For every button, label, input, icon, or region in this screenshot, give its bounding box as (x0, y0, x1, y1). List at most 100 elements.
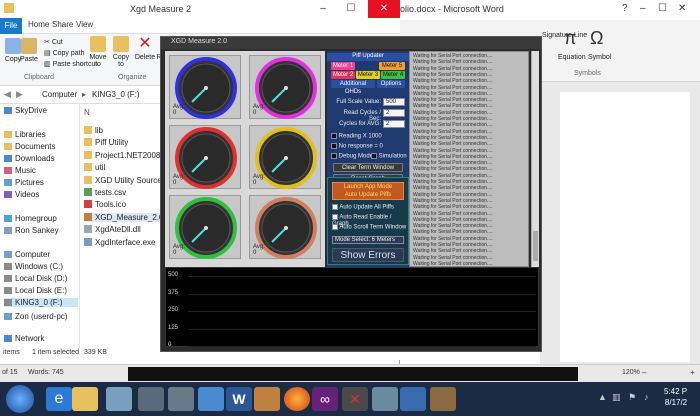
auto-update-piffs-row[interactable]: Auto Update All Piffs (332, 204, 394, 211)
breadcrumb-drive[interactable]: KING3_0 (F:) (92, 90, 140, 99)
file-list-item[interactable]: Project1.NET2008 (84, 150, 160, 160)
column-header-name[interactable]: N (84, 108, 90, 117)
equation-button[interactable]: Equation (558, 54, 586, 61)
breadcrumb-computer[interactable]: Computer (42, 90, 77, 99)
file-list-item[interactable]: XGD_Measure_2.0.jar (84, 212, 175, 222)
paste-button[interactable]: Paste (18, 38, 40, 63)
clear-term-window-button[interactable]: Clear Term Window (333, 163, 403, 172)
file-explorer-icon[interactable] (72, 387, 98, 411)
reading-x1000-row[interactable]: Reading X 1000 (331, 133, 382, 140)
tab-share[interactable]: Share (52, 20, 73, 29)
taskbar-clock[interactable]: 5:42 P 8/17/2 (664, 386, 687, 408)
zoom-level[interactable]: 120% (622, 369, 640, 376)
omega-icon[interactable]: Ω (590, 28, 603, 49)
back-icon[interactable]: ◀ (4, 89, 11, 100)
terminal-log[interactable]: Waiting for Serial Port connection.... Wa… (409, 51, 529, 267)
meter-2-button[interactable]: Meter 2 (331, 71, 355, 79)
move-to-button[interactable]: Move to (88, 36, 108, 68)
file-list-item[interactable]: Piff Utility (84, 138, 128, 147)
auto-scroll-row[interactable]: Auto Scroll Term Window (332, 224, 406, 231)
app6-taskbar-icon[interactable] (430, 387, 456, 411)
word-close-button[interactable]: ✕ (678, 3, 686, 14)
nav-item[interactable]: Documents (4, 142, 55, 151)
xgd-measure-taskbar-icon[interactable]: ✕ (342, 387, 368, 411)
app2-taskbar-icon[interactable] (138, 387, 164, 411)
word-help-icon[interactable]: ? (622, 3, 628, 14)
meter-1-button[interactable]: Meter 1 (331, 62, 355, 70)
debug-mode-checkbox[interactable] (331, 153, 337, 159)
forward-icon[interactable]: ▶ (16, 89, 23, 100)
delete-button[interactable]: ✕ Delete (134, 36, 156, 62)
file-list-item[interactable]: XgdInterface.exe (84, 237, 155, 247)
word-page[interactable] (560, 92, 690, 362)
zoom-out-icon[interactable]: – (642, 368, 646, 377)
full-scale-select[interactable]: 500 (383, 98, 405, 106)
nav-item[interactable]: Pictures (4, 178, 44, 187)
nav-item[interactable]: Zon (userd-pc) (4, 312, 67, 321)
firefox-icon[interactable] (284, 387, 310, 411)
no-response-checkbox[interactable] (331, 143, 337, 149)
tab-home[interactable]: Home (28, 20, 49, 29)
meter-4-button[interactable]: Meter 4 (381, 71, 405, 79)
terminal-scroll-thumb[interactable] (533, 231, 538, 261)
word-icon[interactable]: W (226, 387, 252, 411)
word-minimize-button[interactable]: – (640, 3, 646, 14)
no-response-row[interactable]: No response = 0 (331, 143, 383, 150)
debug-mode-row[interactable]: Debug Mode (331, 153, 373, 160)
meter-5-button[interactable]: Meter 5 (379, 62, 405, 70)
tab-file[interactable]: File (0, 18, 22, 34)
start-button-icon[interactable] (6, 385, 34, 413)
file-list-item[interactable]: XgdAteDll.dll (84, 225, 141, 234)
additional-ohds-button[interactable]: Additional OHDs (331, 80, 375, 95)
tray-expand-icon[interactable]: ▲ (598, 392, 607, 402)
options-button[interactable]: Options (377, 80, 405, 88)
nav-item[interactable]: Videos (4, 190, 39, 199)
file-list-item[interactable]: util (84, 163, 105, 172)
mode-select-dropdown[interactable]: Mode Select: 6 Meters (332, 236, 404, 244)
nav-item[interactable]: Downloads (4, 154, 55, 163)
nav-item[interactable]: Local Disk (E:) (4, 286, 67, 295)
app-taskbar-icon[interactable] (106, 387, 132, 411)
nav-item[interactable]: Ron Sankey (4, 226, 59, 235)
close-button[interactable]: ✕ (368, 0, 400, 18)
auto-update-piffs-checkbox[interactable] (332, 204, 338, 210)
file-list-item[interactable]: lib (84, 126, 103, 135)
nav-item[interactable]: Libraries (4, 130, 46, 139)
terminal-scrollbar[interactable] (531, 51, 539, 267)
volume-icon[interactable]: ♪ (644, 392, 649, 402)
file-list-item[interactable]: tests.csv (84, 188, 126, 197)
app5-taskbar-icon[interactable] (400, 387, 426, 411)
nav-item[interactable]: Network (4, 334, 44, 343)
flag-icon[interactable]: ⚑ (628, 392, 636, 403)
zoom-in-icon[interactable]: + (690, 368, 695, 377)
simulation-checkbox[interactable] (371, 153, 377, 159)
nav-item[interactable]: Windows (C:) (4, 262, 63, 271)
show-errors-button[interactable]: Show Errors (332, 248, 404, 262)
word-document-area[interactable] (540, 82, 700, 372)
auto-read-checkbox[interactable] (332, 214, 338, 220)
meter-3-button[interactable]: Meter 3 (356, 71, 380, 79)
maximize-button[interactable]: ☐ (340, 0, 362, 18)
symbol-button[interactable]: Symbol (588, 54, 611, 61)
visual-studio-icon[interactable]: ∞ (312, 387, 338, 411)
cycles-avg-select[interactable]: 2 (383, 120, 405, 128)
pi-icon[interactable]: π (564, 28, 576, 49)
network-icon[interactable]: ▥ (612, 392, 621, 403)
nav-item[interactable]: Local Disk (D:) (4, 274, 67, 283)
nav-item[interactable]: Homegroup (4, 214, 57, 223)
read-cycles-select[interactable]: 2 (383, 109, 405, 117)
app3-taskbar-icon[interactable] (168, 387, 194, 411)
paint-icon[interactable] (254, 387, 280, 411)
simulation-row[interactable]: Simulation (371, 153, 407, 160)
virtualbox-icon[interactable] (198, 387, 224, 411)
file-list-item[interactable]: XGD Utility Source C (84, 175, 170, 185)
file-list-item[interactable]: Tools.ico (84, 200, 126, 209)
ie-icon[interactable]: e (46, 387, 72, 411)
word-count[interactable]: Words: 745 (28, 369, 64, 376)
nav-item[interactable]: Computer (4, 250, 50, 259)
nav-item[interactable]: SkyDrive (4, 106, 47, 115)
launch-app-mode-button[interactable]: Launch App Mode Auto Update Piffs (332, 182, 404, 200)
reading-x1000-checkbox[interactable] (331, 133, 337, 139)
copy-to-button[interactable]: Copy to (111, 36, 131, 68)
word-maximize-button[interactable]: ☐ (658, 3, 667, 14)
